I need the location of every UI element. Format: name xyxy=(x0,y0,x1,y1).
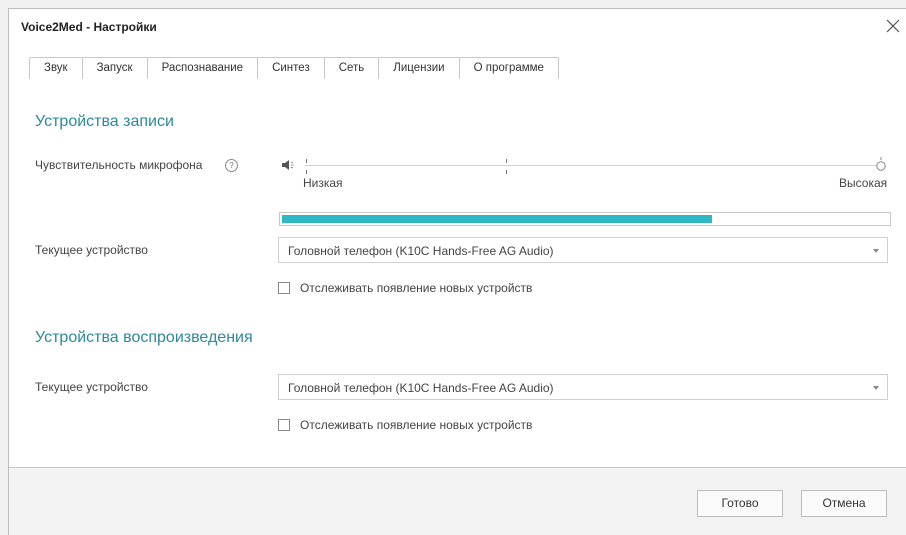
recording-section-title: Устройства записи xyxy=(35,113,174,130)
input-level-fill xyxy=(282,215,712,223)
chevron-down-icon xyxy=(873,249,879,253)
window-title: Voice2Med - Настройки xyxy=(21,20,157,34)
tab-bar: Звук Запуск Распознавание Синтез Сеть Ли… xyxy=(9,45,906,80)
sound-settings-panel: Устройства записи Чувствительность микро… xyxy=(9,79,906,468)
playback-section-title: Устройства воспроизведения xyxy=(35,329,253,346)
speaker-icon xyxy=(282,160,294,170)
sensitivity-label: Чувствительность микрофона xyxy=(35,158,203,172)
slider-tick xyxy=(306,159,307,163)
slider-tick xyxy=(506,170,507,174)
slider-high-label: Высокая xyxy=(839,176,888,190)
recording-device-select[interactable]: Головной телефон (K10C Hands-Free AG Aud… xyxy=(278,237,888,263)
recording-monitor-label: Отслеживать появление новых устройств xyxy=(300,281,533,295)
tabs: Звук Запуск Распознавание Синтез Сеть Ли… xyxy=(29,57,559,80)
tab-synthesis[interactable]: Синтез xyxy=(257,57,325,79)
tab-about[interactable]: О программе xyxy=(458,57,559,79)
playback-device-label: Текущее устройство xyxy=(35,380,148,394)
help-icon[interactable]: ? xyxy=(225,159,238,172)
playback-device-select[interactable]: Головной телефон (K10C Hands-Free AG Aud… xyxy=(278,374,888,400)
slider-tick xyxy=(306,170,307,174)
recording-monitor-checkbox[interactable] xyxy=(278,282,290,294)
tab-recognition[interactable]: Распознавание xyxy=(146,57,259,79)
playback-device-value: Головной телефон (K10C Hands-Free AG Aud… xyxy=(288,381,554,395)
slider-tick xyxy=(506,159,507,163)
tab-network[interactable]: Сеть xyxy=(323,57,380,79)
cancel-button[interactable]: Отмена xyxy=(801,490,887,517)
playback-monitor-checkbox[interactable] xyxy=(278,419,290,431)
close-icon[interactable] xyxy=(883,16,903,36)
chevron-down-icon xyxy=(873,386,879,390)
title-bar: Voice2Med - Настройки xyxy=(9,9,906,45)
tab-licenses[interactable]: Лицензии xyxy=(378,57,460,79)
slider-low-label: Низкая xyxy=(303,176,343,190)
ok-button[interactable]: Готово xyxy=(697,490,783,517)
recording-device-value: Головной телефон (K10C Hands-Free AG Aud… xyxy=(288,244,554,258)
tab-startup[interactable]: Запуск xyxy=(81,57,148,79)
sensitivity-slider-track[interactable] xyxy=(305,165,881,166)
playback-monitor-label: Отслеживать появление новых устройств xyxy=(300,418,533,432)
input-level-meter xyxy=(279,212,891,226)
settings-window: Voice2Med - Настройки Звук Запуск Распоз… xyxy=(8,8,906,535)
sensitivity-slider-thumb[interactable] xyxy=(876,157,886,173)
recording-device-label: Текущее устройство xyxy=(35,243,148,257)
tab-sound[interactable]: Звук xyxy=(29,57,83,80)
